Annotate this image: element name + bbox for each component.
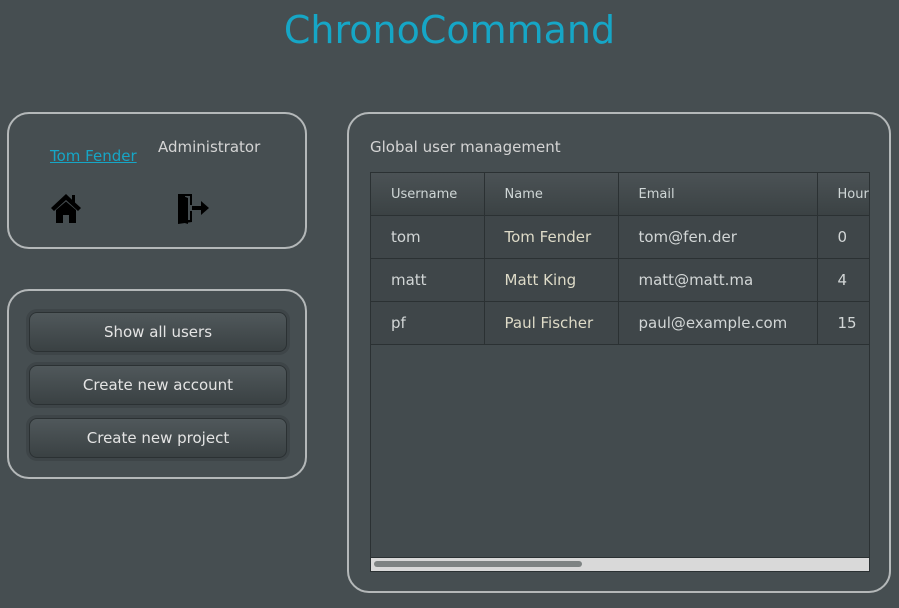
cell-hours: 4: [817, 258, 869, 302]
cell-name: Matt King: [484, 258, 619, 302]
actions-panel: Show all users Create new account Create…: [7, 289, 307, 479]
cell-username: matt: [371, 258, 485, 302]
user-role: Administrator: [158, 138, 261, 156]
cell-username: tom: [371, 215, 485, 259]
cell-hours: 0: [817, 215, 869, 259]
column-header-email[interactable]: Email: [618, 173, 818, 216]
cell-name: Paul Fischer: [484, 301, 619, 345]
user-profile-link[interactable]: Tom Fender: [50, 147, 137, 165]
scrollbar-thumb[interactable]: [374, 561, 582, 567]
column-header-hours[interactable]: Hours: [817, 173, 869, 216]
logout-icon[interactable]: [177, 192, 211, 224]
app-title: ChronoCommand: [283, 8, 616, 52]
horizontal-scrollbar[interactable]: [371, 557, 869, 571]
show-all-users-button[interactable]: Show all users: [29, 312, 287, 352]
create-account-button[interactable]: Create new account: [29, 365, 287, 405]
user-management-panel: Global user management Username Name Ema…: [347, 112, 891, 593]
table-row[interactable]: matt Matt King matt@matt.ma 4: [371, 258, 869, 302]
cell-email: paul@example.com: [618, 301, 818, 345]
cell-email: matt@matt.ma: [618, 258, 818, 302]
section-title: Global user management: [370, 138, 561, 156]
table-row[interactable]: tom Tom Fender tom@fen.der 0: [371, 215, 869, 259]
cell-hours: 15: [817, 301, 869, 345]
home-icon[interactable]: [49, 192, 83, 224]
cell-email: tom@fen.der: [618, 215, 818, 259]
create-project-button[interactable]: Create new project: [29, 418, 287, 458]
cell-username: pf: [371, 301, 485, 345]
column-header-name[interactable]: Name: [484, 173, 619, 216]
column-header-username[interactable]: Username: [371, 173, 485, 216]
table-row[interactable]: pf Paul Fischer paul@example.com 15: [371, 301, 869, 345]
cell-name: Tom Fender: [484, 215, 619, 259]
user-panel: Tom Fender Administrator: [7, 112, 307, 249]
users-table: Username Name Email Hours tomTom Fendert…: [370, 172, 870, 572]
